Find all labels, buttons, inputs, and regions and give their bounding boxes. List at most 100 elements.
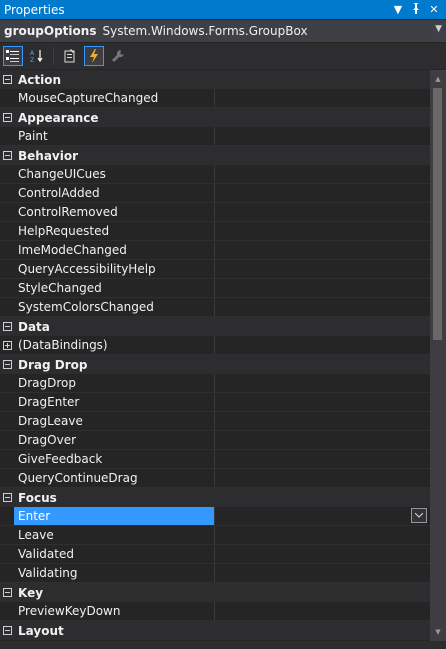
- category-row[interactable]: Layout: [0, 621, 430, 640]
- properties-button[interactable]: [60, 46, 80, 66]
- property-value[interactable]: [215, 507, 430, 525]
- chevron-down-icon[interactable]: ▼: [435, 24, 442, 34]
- expand-icon[interactable]: [0, 336, 14, 354]
- property-value[interactable]: [215, 222, 430, 240]
- object-selector[interactable]: groupOptions System.Windows.Forms.GroupB…: [0, 20, 446, 42]
- property-value[interactable]: [215, 412, 430, 430]
- category-row[interactable]: Appearance: [0, 108, 430, 127]
- row-gutter: [0, 469, 14, 487]
- scroll-down-icon[interactable]: ▼: [430, 625, 446, 639]
- property-value[interactable]: [215, 336, 430, 354]
- property-row[interactable]: PreviewKeyDown: [0, 602, 430, 621]
- property-name: SystemColorsChanged: [14, 298, 215, 316]
- row-gutter: [0, 412, 14, 430]
- property-value[interactable]: [215, 450, 430, 468]
- category-row[interactable]: Drag Drop: [0, 355, 430, 374]
- events-button[interactable]: [84, 46, 104, 66]
- property-value[interactable]: [215, 526, 430, 544]
- category-label: Layout: [18, 623, 64, 638]
- property-value[interactable]: [215, 89, 430, 107]
- property-row[interactable]: QueryContinueDrag: [0, 469, 430, 488]
- collapse-icon[interactable]: [0, 113, 14, 122]
- property-row[interactable]: SystemColorsChanged: [0, 298, 430, 317]
- property-row[interactable]: ControlAdded: [0, 184, 430, 203]
- property-value[interactable]: [215, 469, 430, 487]
- property-value[interactable]: [215, 260, 430, 278]
- property-value[interactable]: [215, 602, 430, 620]
- row-gutter: [0, 564, 14, 582]
- alphabetical-button[interactable]: A Z: [27, 46, 47, 66]
- vertical-scrollbar[interactable]: ▲ ▼: [430, 70, 446, 641]
- property-row[interactable]: Paint: [0, 127, 430, 146]
- property-name: HelpRequested: [14, 222, 215, 240]
- property-value[interactable]: [215, 393, 430, 411]
- category-row[interactable]: Behavior: [0, 146, 430, 165]
- category-row[interactable]: Key: [0, 583, 430, 602]
- event-handler-dropdown-button[interactable]: [411, 508, 427, 523]
- property-row[interactable]: GiveFeedback: [0, 450, 430, 469]
- collapse-icon[interactable]: [0, 151, 14, 160]
- pin-icon[interactable]: [410, 2, 422, 17]
- property-name: DragOver: [14, 431, 215, 449]
- categorized-button[interactable]: [3, 46, 23, 66]
- property-row[interactable]: Enter: [0, 507, 430, 526]
- property-value[interactable]: [215, 431, 430, 449]
- property-value[interactable]: [215, 564, 430, 582]
- property-row[interactable]: DragOver: [0, 431, 430, 450]
- property-value[interactable]: [215, 545, 430, 563]
- property-row[interactable]: HelpRequested: [0, 222, 430, 241]
- category-label: Behavior: [18, 148, 79, 163]
- collapse-icon[interactable]: [0, 493, 14, 502]
- property-row[interactable]: DragDrop: [0, 374, 430, 393]
- row-gutter: [0, 260, 14, 278]
- property-row[interactable]: ImeModeChanged: [0, 241, 430, 260]
- property-row[interactable]: (DataBindings): [0, 336, 430, 355]
- property-row[interactable]: QueryAccessibilityHelp: [0, 260, 430, 279]
- property-value[interactable]: [215, 184, 430, 202]
- collapse-icon[interactable]: [0, 322, 14, 331]
- property-row[interactable]: Validated: [0, 545, 430, 564]
- row-gutter: [0, 393, 14, 411]
- property-row[interactable]: Leave: [0, 526, 430, 545]
- category-row[interactable]: Focus: [0, 488, 430, 507]
- row-gutter: [0, 374, 14, 392]
- collapse-icon[interactable]: [0, 626, 14, 635]
- collapse-icon[interactable]: [0, 588, 14, 597]
- property-name: Validating: [14, 564, 215, 582]
- scrollbar-thumb[interactable]: [433, 88, 442, 340]
- description-pane-splitter[interactable]: [0, 641, 446, 649]
- property-name: (DataBindings): [14, 336, 215, 354]
- property-value[interactable]: [215, 279, 430, 297]
- property-name: QueryContinueDrag: [14, 469, 215, 487]
- row-gutter: [0, 203, 14, 221]
- category-row[interactable]: Data: [0, 317, 430, 336]
- collapse-icon[interactable]: [0, 360, 14, 369]
- property-value[interactable]: [215, 241, 430, 259]
- property-row[interactable]: ChangeUICues: [0, 165, 430, 184]
- property-row[interactable]: Validating: [0, 564, 430, 583]
- window-title: Properties: [4, 2, 65, 17]
- collapse-icon[interactable]: [0, 75, 14, 84]
- property-row[interactable]: ControlRemoved: [0, 203, 430, 222]
- property-row[interactable]: DragEnter: [0, 393, 430, 412]
- property-name: Leave: [14, 526, 215, 544]
- property-value[interactable]: [215, 203, 430, 221]
- property-row[interactable]: DragLeave: [0, 412, 430, 431]
- property-value[interactable]: [215, 374, 430, 392]
- property-value[interactable]: [215, 127, 430, 145]
- property-name: QueryAccessibilityHelp: [14, 260, 215, 278]
- property-value[interactable]: [215, 298, 430, 316]
- property-row[interactable]: MouseCaptureChanged: [0, 89, 430, 108]
- close-icon[interactable]: ✕: [428, 3, 440, 16]
- toolbar-separator: [53, 47, 54, 65]
- category-row[interactable]: Action: [0, 70, 430, 89]
- events-lightning-icon: [90, 49, 98, 63]
- property-row[interactable]: StyleChanged: [0, 279, 430, 298]
- property-pages-button[interactable]: [108, 46, 128, 66]
- property-name: DragEnter: [14, 393, 215, 411]
- row-gutter: [0, 602, 14, 620]
- dropdown-arrow-icon[interactable]: ▼: [392, 3, 404, 16]
- property-name: ControlRemoved: [14, 203, 215, 221]
- property-value[interactable]: [215, 165, 430, 183]
- scroll-up-icon[interactable]: ▲: [430, 72, 446, 86]
